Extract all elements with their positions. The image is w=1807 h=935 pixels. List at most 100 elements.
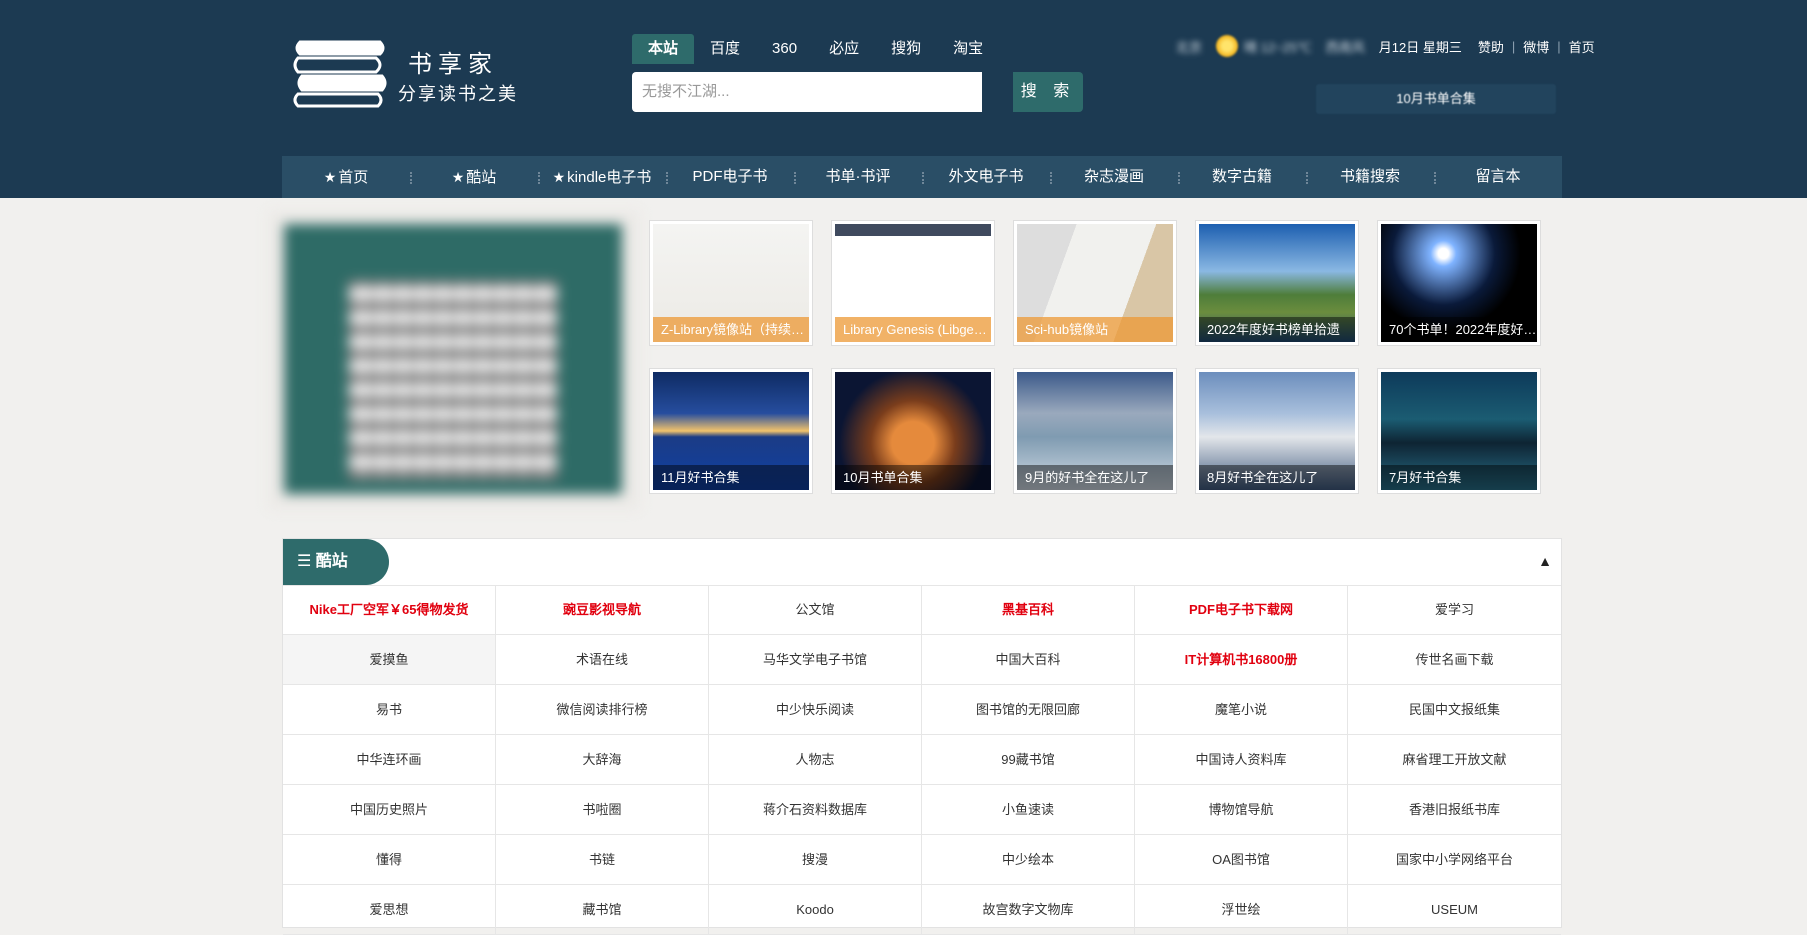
site-link[interactable]: 国家中小学网络平台 (1348, 835, 1561, 884)
site-link[interactable]: 民国中文报纸集 (1348, 685, 1561, 734)
post-thumbnail[interactable]: 8月好书全在这儿了 (1195, 368, 1359, 494)
star-icon: ★ (552, 169, 566, 185)
search-tab-taobao[interactable]: 淘宝 (937, 34, 999, 64)
site-link[interactable]: 爱摸鱼 (283, 635, 496, 684)
panel-header: ☰ 酷站 ▲ (283, 539, 1561, 586)
site-link[interactable]: 99藏书馆 (922, 735, 1135, 784)
star-icon: ★ (451, 169, 465, 185)
weather-city: 北京 (1176, 39, 1203, 55)
site-link[interactable]: 黑基百科 (922, 585, 1135, 634)
site-link[interactable]: 术语在线 (496, 635, 709, 684)
nav-item-ancient[interactable]: 数字古籍 (1178, 156, 1306, 198)
nav-item-guestbook[interactable]: 留言本 (1434, 156, 1562, 198)
post-thumbnail[interactable]: 10月书单合集 (831, 368, 995, 494)
post-caption: Z-Library镜像站（持续更… (653, 317, 809, 342)
site-link[interactable]: 香港旧报纸书库 (1348, 785, 1561, 834)
site-link[interactable]: 人物志 (709, 735, 922, 784)
site-link[interactable]: 公文馆 (709, 585, 922, 634)
post-caption: 2022年度好书榜单拾遗 (1199, 317, 1355, 342)
post-caption: 9月的好书全在这儿了 (1017, 465, 1173, 490)
post-thumbnail[interactable]: Sci-hub镜像站 (1013, 220, 1177, 346)
site-link[interactable]: 魔笔小说 (1135, 685, 1348, 734)
site-link[interactable]: Koodo (709, 885, 922, 934)
site-link[interactable]: 爱思想 (283, 885, 496, 934)
site-link[interactable]: 爱学习 (1348, 585, 1561, 634)
weibo-link[interactable]: 微博 (1523, 37, 1549, 56)
post-thumbnail[interactable]: 11月好书合集 (649, 368, 813, 494)
site-link[interactable]: 藏书馆 (496, 885, 709, 934)
post-thumbnail[interactable]: 7月好书合集 (1377, 368, 1541, 494)
site-link[interactable]: Nike工厂空军￥65得物发货 (283, 585, 496, 634)
search-tab-360[interactable]: 360 (756, 34, 813, 64)
search-tab-bing[interactable]: 必应 (813, 34, 875, 64)
post-thumbnail[interactable]: Z-Library镜像站（持续更… (649, 220, 813, 346)
post-caption: 70个书单！2022年度好书… (1381, 317, 1537, 342)
nav-label: kindle电子书 (567, 169, 652, 186)
search-input[interactable]: 无搜不江湖... (632, 72, 982, 112)
site-link[interactable]: 易书 (283, 685, 496, 734)
site-link[interactable]: 中国大百科 (922, 635, 1135, 684)
site-link[interactable]: 中少绘本 (922, 835, 1135, 884)
nav-item-home[interactable]: ★ 首页 (282, 156, 410, 198)
nav-item-cool-sites[interactable]: ★ 酷站 (410, 156, 538, 198)
nav-item-book-search[interactable]: 书籍搜索 (1306, 156, 1434, 198)
post-thumbnail[interactable]: 9月的好书全在这儿了 (1013, 368, 1177, 494)
site-link[interactable]: 麻省理工开放文献 (1348, 735, 1561, 784)
search-button[interactable]: 搜 索 (1013, 72, 1083, 112)
site-link-row: 爱思想 藏书馆 Koodo 故宫数字文物库 浮世绘 USEUM (283, 885, 1561, 935)
post-thumbnail[interactable]: 70个书单！2022年度好书… (1377, 220, 1541, 346)
site-link[interactable]: 浮世绘 (1135, 885, 1348, 934)
site-link[interactable]: 大辞海 (496, 735, 709, 784)
site-link[interactable]: 中国历史照片 (283, 785, 496, 834)
site-link[interactable]: OA图书馆 (1135, 835, 1348, 884)
site-link[interactable]: USEUM (1348, 885, 1561, 934)
site-link[interactable]: 书链 (496, 835, 709, 884)
search-tab-baidu[interactable]: 百度 (694, 34, 756, 64)
site-link[interactable]: 蒋介石资料数据库 (709, 785, 922, 834)
menu-icon: ☰ (297, 553, 316, 570)
home-link[interactable]: 首页 (1569, 37, 1595, 56)
site-logo[interactable]: 书享家 分享读书之美 (292, 30, 522, 110)
panel-tab[interactable]: ☰ 酷站 (283, 539, 389, 585)
search-tab-sogou[interactable]: 搜狗 (875, 34, 937, 64)
site-link[interactable]: IT计算机书16800册 (1135, 635, 1348, 684)
post-thumbnail[interactable]: Library Genesis (Libgen) … (831, 220, 995, 346)
site-link[interactable]: 马华文学电子书馆 (709, 635, 922, 684)
post-thumbnail[interactable]: 2022年度好书榜单拾遗 (1195, 220, 1359, 346)
search-tab-site[interactable]: 本站 (632, 34, 695, 64)
site-link[interactable]: 懂得 (283, 835, 496, 884)
site-link[interactable]: 中国诗人资料库 (1135, 735, 1348, 784)
nav-label: 酷站 (466, 169, 497, 186)
site-link[interactable]: 故宫数字文物库 (922, 885, 1135, 934)
site-link-row: 中国历史照片 书啦圈 蒋介石资料数据库 小鱼速读 博物馆导航 香港旧报纸书库 (283, 785, 1561, 835)
site-link[interactable]: 小鱼速读 (922, 785, 1135, 834)
site-link[interactable]: 微信阅读排行榜 (496, 685, 709, 734)
nav-item-foreign[interactable]: 外文电子书 (922, 156, 1050, 198)
site-link[interactable]: 图书馆的无限回廊 (922, 685, 1135, 734)
post-caption: Library Genesis (Libgen) … (835, 317, 991, 342)
site-link-row: 中华连环画 大辞海 人物志 99藏书馆 中国诗人资料库 麻省理工开放文献 (283, 735, 1561, 785)
nav-label: 首页 (338, 169, 369, 186)
nav-item-kindle[interactable]: ★ kindle电子书 (538, 156, 666, 198)
main-nav: ★ 首页 ★ 酷站 ★ kindle电子书 PDF电子书 书单·书评 外文电子书 杂志… (282, 156, 1562, 198)
post-caption: 7月好书合集 (1381, 465, 1537, 490)
site-link[interactable]: 书啦圈 (496, 785, 709, 834)
site-link[interactable]: 豌豆影视导航 (496, 585, 709, 634)
site-link[interactable]: 传世名画下载 (1348, 635, 1561, 684)
post-caption: 11月好书合集 (653, 465, 809, 490)
nav-item-pdf[interactable]: PDF电子书 (666, 156, 794, 198)
star-icon: ★ (323, 169, 337, 185)
notice-ticker[interactable]: 10月书单合集 (1316, 84, 1556, 114)
divider: | (1511, 38, 1516, 54)
site-link[interactable]: 博物馆导航 (1135, 785, 1348, 834)
panel-title: 酷站 (315, 553, 348, 570)
site-link[interactable]: 搜漫 (709, 835, 922, 884)
site-link[interactable]: 中少快乐阅读 (709, 685, 922, 734)
site-link[interactable]: 中华连环画 (283, 735, 496, 784)
collapse-chevron-icon[interactable]: ▲ (1537, 553, 1553, 569)
nav-item-magazine[interactable]: 杂志漫画 (1050, 156, 1178, 198)
sponsor-link[interactable]: 赞助 (1478, 37, 1504, 56)
site-link[interactable]: PDF电子书下载网 (1135, 585, 1348, 634)
nav-item-booklist[interactable]: 书单·书评 (794, 156, 922, 198)
books-logo-icon (293, 40, 387, 108)
